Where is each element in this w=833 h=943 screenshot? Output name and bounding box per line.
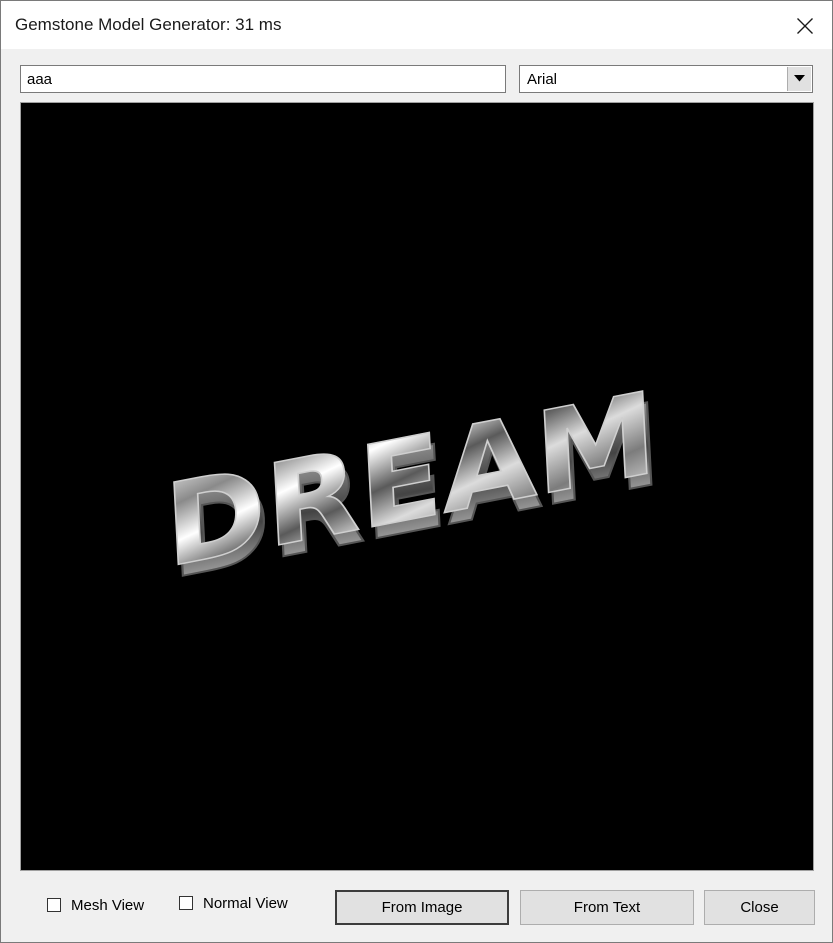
gemstone-text-face: DREAM — [162, 367, 660, 594]
mesh-view-checkbox-box[interactable] — [47, 898, 61, 912]
close-button[interactable]: Close — [704, 890, 815, 925]
app-window: Gemstone Model Generator: 31 ms Arial — [0, 0, 833, 943]
close-icon — [797, 18, 813, 34]
normal-view-checkbox-box[interactable] — [179, 896, 193, 910]
title-bar[interactable]: Gemstone Model Generator: 31 ms — [1, 1, 832, 49]
from-image-button[interactable]: From Image — [335, 890, 509, 925]
font-dropdown-value: Arial — [527, 71, 558, 88]
gemstone-model-render: DREAM DREAM — [161, 366, 665, 606]
mesh-view-label: Mesh View — [71, 896, 145, 914]
3d-render-viewport[interactable]: DREAM DREAM — [20, 102, 814, 871]
window-close-button[interactable] — [787, 9, 823, 43]
normal-view-label: Normal View — [203, 894, 288, 912]
chevron-down-icon — [794, 75, 805, 82]
normal-view-checkbox[interactable]: Normal View — [179, 893, 288, 913]
mesh-view-checkbox[interactable]: Mesh View — [47, 895, 144, 915]
font-dropdown[interactable]: Arial — [519, 65, 813, 93]
font-dropdown-button[interactable] — [787, 67, 811, 91]
from-text-button[interactable]: From Text — [520, 890, 694, 925]
window-title: Gemstone Model Generator: 31 ms — [15, 15, 282, 34]
model-text-input[interactable] — [20, 65, 506, 93]
